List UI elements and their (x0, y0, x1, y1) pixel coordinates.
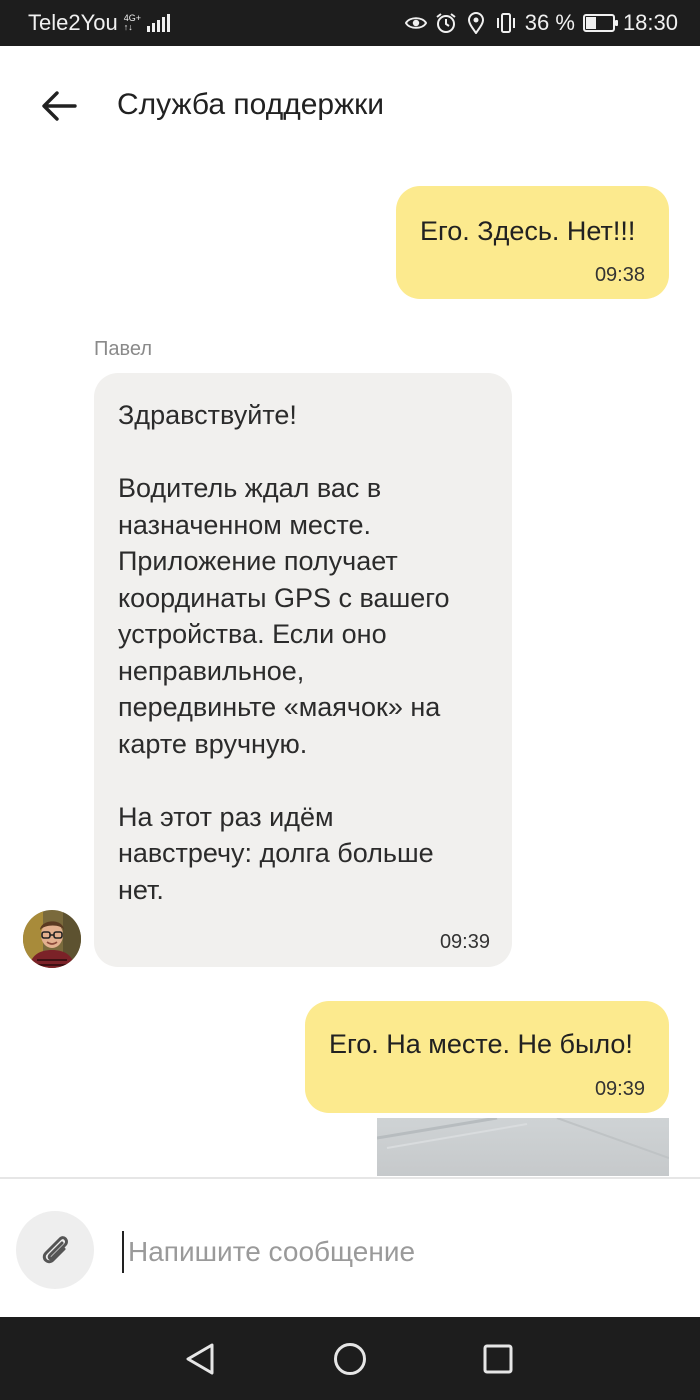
message-text: Его. На месте. Не было! (329, 1029, 633, 1059)
network-type: 4G+ ↑↓ (124, 14, 141, 32)
nav-recents-button[interactable] (480, 1341, 516, 1377)
message-text: Его. Здесь. Нет!!! (420, 216, 636, 246)
message-time: 09:39 (439, 931, 490, 953)
circle-home-icon (334, 1343, 366, 1375)
battery-icon (582, 14, 618, 32)
network-activity: ↑↓ (123, 22, 133, 32)
image-attachment[interactable] (377, 1118, 669, 1176)
carrier-name: Tele2You (28, 10, 118, 35)
triangle-back-icon (186, 1343, 214, 1375)
page-title: Служба поддержки (117, 88, 385, 121)
back-button[interactable] (34, 86, 84, 126)
message-time: 09:39 (594, 1078, 645, 1100)
nav-home-button[interactable] (332, 1341, 368, 1377)
message-input[interactable] (122, 1231, 662, 1273)
paperclip-icon (42, 1236, 68, 1264)
battery-percent: 36 % (524, 10, 575, 35)
nav-back-button[interactable] (182, 1341, 218, 1377)
status-left: Tele2You 4G+ ↑↓ (28, 10, 170, 36)
status-bar: Tele2You 4G+ ↑↓ 36 % 18:30 (0, 0, 700, 46)
signal-icon (146, 14, 170, 32)
message-outgoing[interactable]: Его. Здесь. Нет!!! 09:38 (396, 186, 669, 299)
sender-name: Павел (94, 338, 153, 360)
location-icon (465, 12, 487, 34)
status-right: 36 % 18:30 (404, 10, 678, 36)
attach-button[interactable] (16, 1211, 94, 1289)
message-time: 09:38 (594, 264, 645, 286)
arrow-left-icon (42, 91, 77, 121)
message-text: Здравствуйте! Водитель ждал вас в назнач… (118, 400, 450, 905)
eye-icon (404, 12, 427, 34)
clock: 18:30 (622, 10, 678, 35)
chat-header: Служба поддержки (0, 46, 700, 166)
avatar[interactable] (23, 910, 81, 968)
system-nav-bar (0, 1317, 700, 1400)
vibrate-icon (495, 12, 517, 34)
message-outgoing[interactable]: Его. На месте. Не было! 09:39 (305, 1001, 669, 1113)
battery-level (585, 17, 597, 29)
message-incoming[interactable]: Здравствуйте! Водитель ждал вас в назнач… (94, 373, 512, 967)
square-recents-icon (483, 1344, 513, 1374)
alarm-icon (435, 12, 457, 34)
message-composer (0, 1177, 700, 1317)
